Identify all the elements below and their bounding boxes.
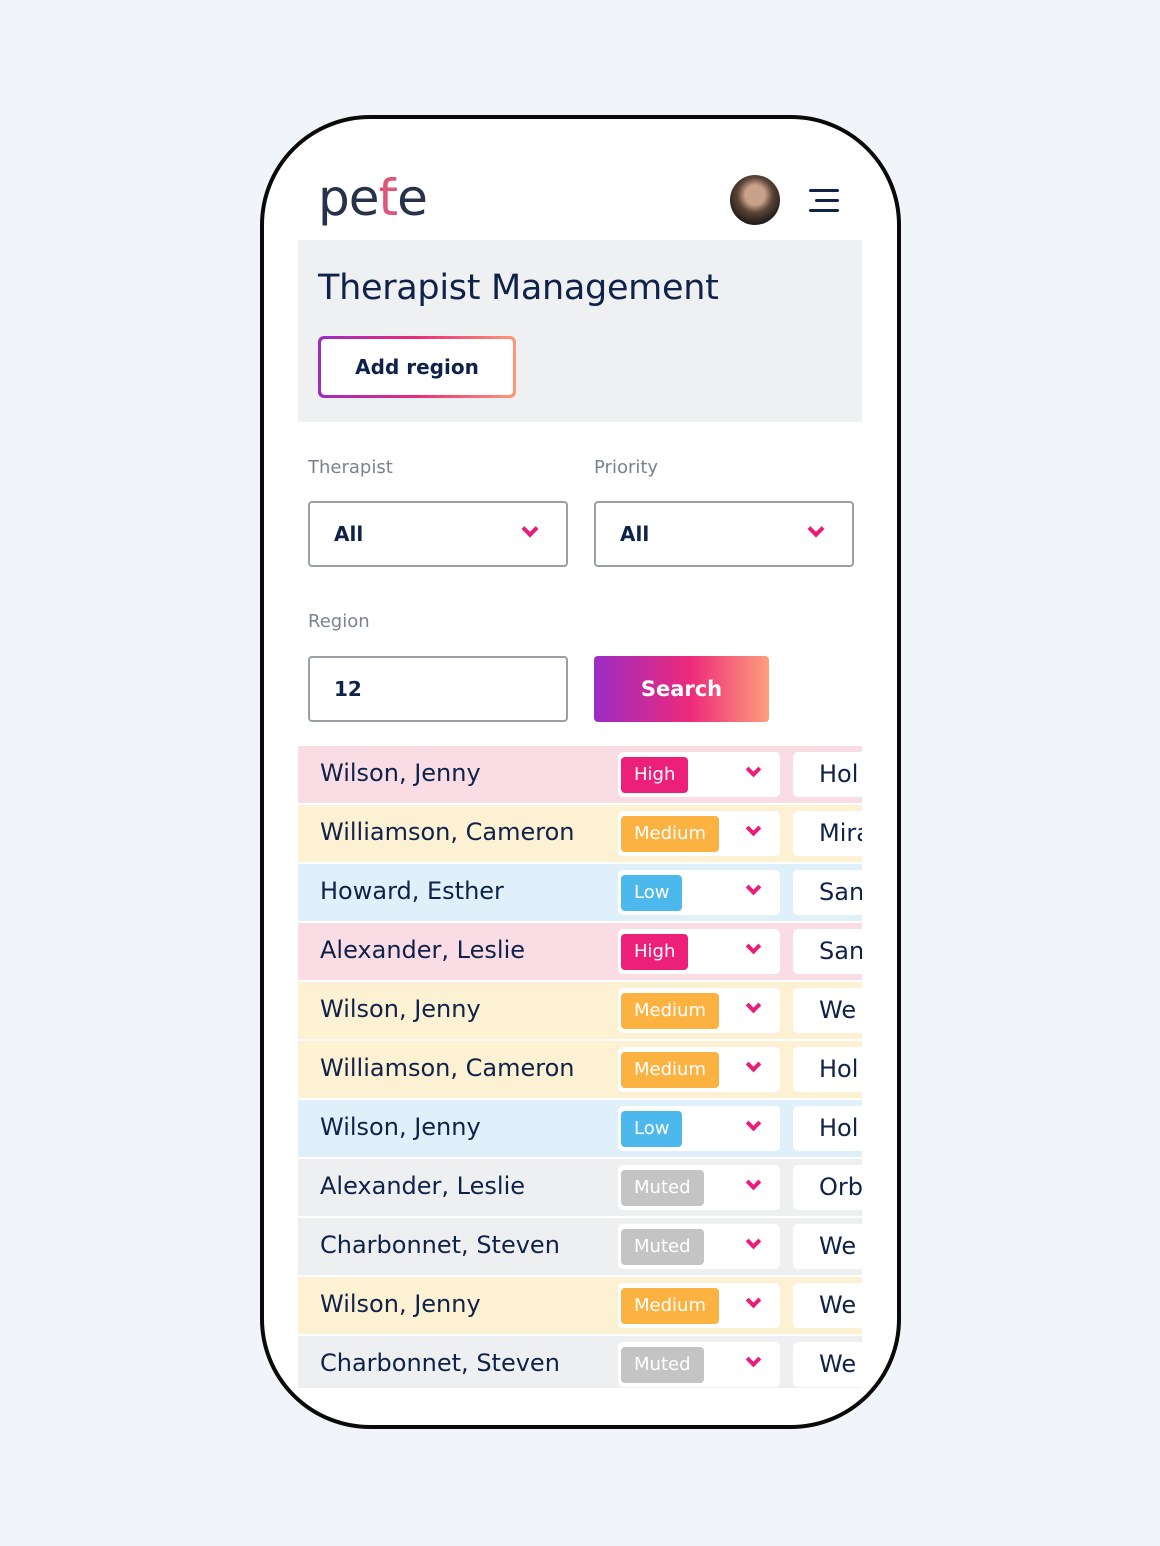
- priority-badge: High: [621, 757, 689, 793]
- priority-dropdown[interactable]: Medium: [618, 988, 780, 1033]
- priority-dropdown[interactable]: Medium: [618, 1047, 780, 1092]
- chevron-down-icon[interactable]: [745, 938, 762, 955]
- avatar[interactable]: [730, 175, 780, 225]
- priority-dropdown[interactable]: High: [618, 929, 780, 974]
- priority-dropdown[interactable]: High: [618, 752, 780, 797]
- chevron-down-icon[interactable]: [745, 820, 762, 837]
- chevron-down-icon[interactable]: [745, 1351, 762, 1368]
- priority-dropdown[interactable]: Muted: [618, 1224, 780, 1269]
- priority-dropdown[interactable]: Medium: [618, 1283, 780, 1328]
- location-field[interactable]: We: [793, 1283, 862, 1328]
- page-header: Therapist Management Add region: [298, 240, 862, 422]
- therapist-name: Wilson, Jenny: [320, 1113, 481, 1141]
- priority-dropdown[interactable]: Muted: [618, 1342, 780, 1387]
- location-field[interactable]: Orb: [793, 1165, 862, 1210]
- priority-value: All: [620, 522, 650, 546]
- table-row[interactable]: Alexander, Leslie Muted Orb: [298, 1159, 862, 1216]
- table-row[interactable]: Charbonnet, Steven Muted We: [298, 1218, 862, 1275]
- therapist-name: Wilson, Jenny: [320, 1290, 481, 1318]
- therapist-name: Alexander, Leslie: [320, 1172, 525, 1200]
- add-region-label: Add region: [321, 339, 513, 395]
- table-row[interactable]: Williamson, Cameron Medium Hol: [298, 1041, 862, 1098]
- table-row[interactable]: Wilson, Jenny High Hol: [298, 746, 862, 803]
- location-field[interactable]: San: [793, 929, 862, 974]
- location-field[interactable]: We: [793, 1224, 862, 1269]
- chevron-down-icon[interactable]: [745, 1174, 762, 1191]
- priority-badge: Muted: [621, 1170, 704, 1206]
- therapist-name: Charbonnet, Steven: [320, 1349, 560, 1377]
- location-field[interactable]: We: [793, 988, 862, 1033]
- therapist-name: Wilson, Jenny: [320, 995, 481, 1023]
- priority-badge: Medium: [621, 1288, 719, 1324]
- phone-frame: peƭe Therapist Management Add region The…: [260, 115, 901, 1429]
- location-field[interactable]: San: [793, 870, 862, 915]
- priority-dropdown[interactable]: Low: [618, 870, 780, 915]
- priority-label: Priority: [594, 457, 659, 478]
- priority-dropdown[interactable]: Medium: [618, 811, 780, 856]
- location-field[interactable]: We: [793, 1342, 862, 1387]
- chevron-down-icon[interactable]: [745, 1292, 762, 1309]
- therapist-name: Wilson, Jenny: [320, 759, 481, 787]
- therapist-name: Williamson, Cameron: [320, 1054, 575, 1082]
- table-row[interactable]: Wilson, Jenny Medium We: [298, 982, 862, 1039]
- table-row[interactable]: Williamson, Cameron Medium Mira: [298, 805, 862, 862]
- therapist-name: Williamson, Cameron: [320, 818, 575, 846]
- chevron-down-icon[interactable]: [745, 1115, 762, 1132]
- location-field[interactable]: Hol: [793, 752, 862, 797]
- chevron-down-icon[interactable]: [745, 761, 762, 778]
- chevron-down-icon[interactable]: [745, 879, 762, 896]
- therapist-label: Therapist: [308, 457, 393, 478]
- chevron-down-icon[interactable]: [745, 1056, 762, 1073]
- table-row[interactable]: Wilson, Jenny Low Hol: [298, 1100, 862, 1157]
- priority-dropdown[interactable]: Muted: [618, 1165, 780, 1210]
- priority-select[interactable]: All: [594, 501, 854, 567]
- chevron-down-icon[interactable]: [745, 997, 762, 1014]
- therapist-value: All: [334, 522, 364, 546]
- priority-badge: Low: [621, 875, 683, 911]
- location-field[interactable]: Mira: [793, 811, 862, 856]
- pete-logo[interactable]: peƭe: [318, 169, 428, 227]
- priority-badge: High: [621, 934, 689, 970]
- therapist-list: Wilson, Jenny High Hol Williamson, Camero…: [298, 746, 862, 1388]
- chevron-down-icon[interactable]: [745, 1233, 762, 1250]
- therapist-name: Charbonnet, Steven: [320, 1231, 560, 1259]
- region-input[interactable]: 12: [308, 656, 568, 722]
- table-row[interactable]: Wilson, Jenny Medium We: [298, 1277, 862, 1334]
- chevron-down-icon: [521, 520, 539, 538]
- priority-badge: Muted: [621, 1229, 704, 1265]
- chevron-down-icon: [807, 520, 825, 538]
- location-field[interactable]: Hol: [793, 1047, 862, 1092]
- priority-badge: Medium: [621, 1052, 719, 1088]
- table-row[interactable]: Howard, Esther Low San: [298, 864, 862, 921]
- therapist-name: Howard, Esther: [320, 877, 504, 905]
- therapist-name: Alexander, Leslie: [320, 936, 525, 964]
- priority-badge: Low: [621, 1111, 683, 1147]
- table-row[interactable]: Charbonnet, Steven Muted We: [298, 1336, 862, 1388]
- hamburger-icon[interactable]: [807, 189, 839, 213]
- priority-badge: Muted: [621, 1347, 704, 1383]
- region-label: Region: [308, 611, 370, 632]
- search-button[interactable]: Search: [594, 656, 769, 722]
- priority-dropdown[interactable]: Low: [618, 1106, 780, 1151]
- add-region-button[interactable]: Add region: [318, 336, 516, 398]
- priority-badge: Medium: [621, 993, 719, 1029]
- location-field[interactable]: Hol: [793, 1106, 862, 1151]
- priority-badge: Medium: [621, 816, 719, 852]
- page-title: Therapist Management: [318, 268, 719, 308]
- region-value: 12: [334, 677, 362, 701]
- therapist-select[interactable]: All: [308, 501, 568, 567]
- table-row[interactable]: Alexander, Leslie High San: [298, 923, 862, 980]
